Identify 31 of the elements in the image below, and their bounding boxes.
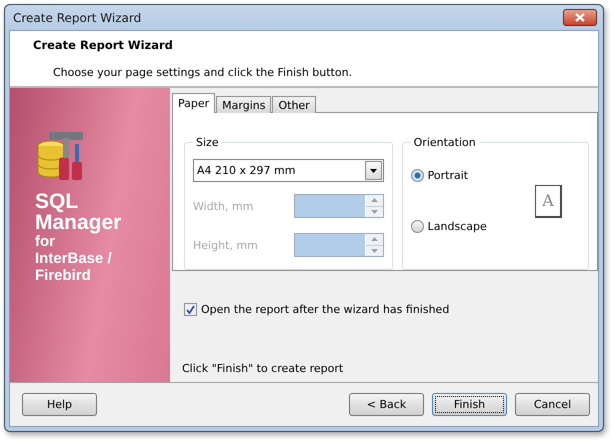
header-title: Create Report Wizard	[33, 38, 174, 52]
group-legend: Orientation	[410, 136, 479, 149]
window-title: Create Report Wizard	[13, 10, 142, 24]
spin-down-icon[interactable]	[370, 210, 378, 214]
help-button[interactable]: Help	[22, 393, 97, 416]
paper-size-dropdown[interactable]: A4 210 x 297 mm	[193, 159, 384, 182]
field-label: Width, mm	[193, 200, 254, 212]
radio-option[interactable]: Landscape	[410, 220, 487, 233]
wizard-button[interactable]: Cancel	[515, 393, 590, 416]
close-icon	[575, 13, 585, 22]
close-button[interactable]	[563, 9, 597, 26]
group-legend: Size	[193, 136, 222, 149]
field-label: Height, mm	[193, 238, 258, 252]
tab[interactable]: Margins	[216, 96, 272, 113]
wizard-button[interactable]: < Back	[349, 393, 424, 416]
radio-option[interactable]: Portrait	[410, 169, 487, 182]
page-preview: A	[535, 184, 562, 218]
caret-icon	[370, 168, 377, 172]
tab[interactable]: Paper	[172, 93, 216, 113]
number-field[interactable]	[294, 194, 384, 218]
open-report-checkbox[interactable]: Open the report after the wizard has finished	[184, 303, 598, 316]
check-icon	[186, 305, 195, 314]
hint-text: Click "Finish" to create report	[182, 362, 344, 375]
header-subtitle: Choose your page settings and click the Finish button.	[53, 66, 354, 79]
product-name: SQL Manager for InterBase / Firebird	[35, 191, 122, 284]
spin-down-icon[interactable]	[370, 248, 378, 253]
wizard-button[interactable]: Finish	[432, 393, 507, 416]
spin-up-icon[interactable]	[370, 198, 378, 202]
tab[interactable]: Other	[272, 96, 316, 113]
number-field[interactable]	[294, 233, 384, 257]
spin-up-icon[interactable]	[370, 237, 378, 242]
